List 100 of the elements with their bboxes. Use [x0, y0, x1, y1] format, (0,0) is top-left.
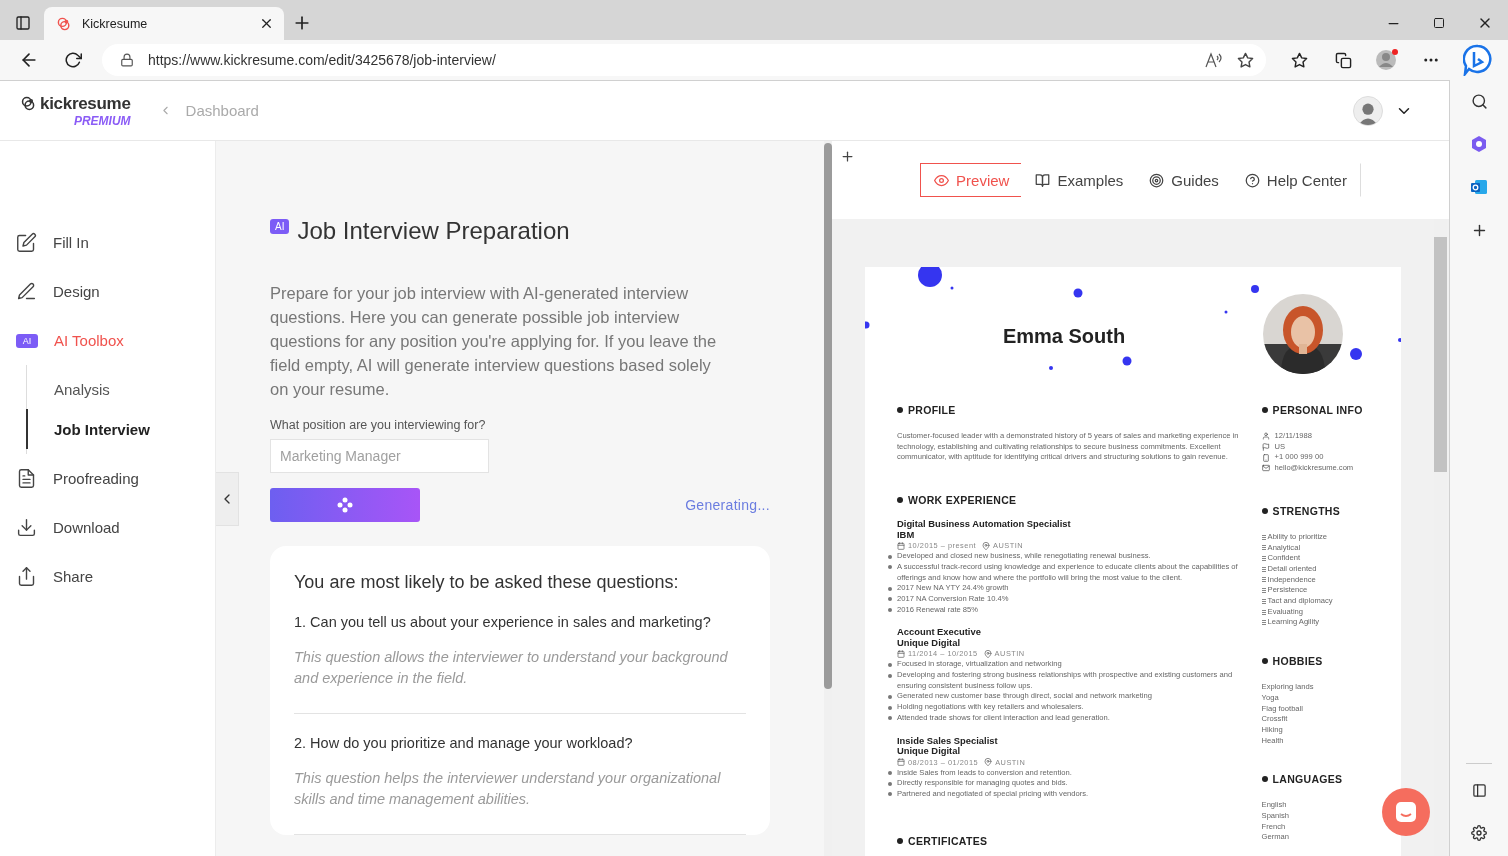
spinner-icon	[336, 497, 354, 513]
logo-text: kickresume	[40, 93, 131, 114]
bullet-icon	[1261, 407, 1268, 413]
bullet-icon	[1261, 776, 1268, 783]
bullet-icon	[888, 608, 892, 613]
bars-icon	[1261, 534, 1266, 540]
card-title: You are most likely to be asked these questions:	[294, 572, 680, 593]
bullet-icon	[1261, 507, 1268, 514]
nav-item[interactable]: AI AI Toolbox	[0, 316, 215, 365]
bullet-icon	[888, 705, 892, 710]
chat-icon	[1395, 801, 1417, 823]
resume-name: Emma South	[1002, 324, 1126, 348]
calendar-icon	[897, 649, 905, 658]
nav-item[interactable]: Design	[0, 267, 215, 316]
bars-icon	[1261, 577, 1266, 583]
toolbar-button[interactable]: Help Center	[1230, 163, 1361, 197]
plan-label: PREMIUM	[73, 113, 131, 128]
section-heading: HOBBIES	[1261, 654, 1401, 669]
description-text: Prepare for your job interview with AI-generated interview questions. Here you can generate possible job interview questions for any position you're applying for. If you leave the field empty, AI will generate interview questions based solely on your resume.	[270, 283, 718, 400]
edit-icon	[16, 232, 37, 253]
bars-icon	[1261, 545, 1266, 551]
mail-icon	[1261, 464, 1270, 473]
download-icon	[16, 517, 37, 538]
bullet-icon	[888, 554, 892, 559]
bullet-icon	[888, 586, 892, 591]
company-name: Unique Digital	[897, 637, 962, 649]
bullet-icon	[888, 694, 892, 699]
collapse-handle[interactable]	[216, 472, 239, 526]
nav-item[interactable]: Share	[0, 552, 215, 601]
nav-item[interactable]: Fill In	[0, 218, 215, 267]
field-label: What position are you interviewing for?	[270, 418, 487, 432]
question-text: 2. How do you prioritize and manage your workload?	[294, 735, 634, 751]
question-text: 1. Can you tell us about your experience in sales and marketing?	[294, 614, 712, 630]
bullet-icon	[888, 673, 892, 678]
section-heading: PERSONAL INFO	[1261, 403, 1401, 417]
nav-item[interactable]: Proofreading	[0, 454, 215, 503]
logo-icon	[20, 95, 37, 112]
ai-badge: AI	[270, 219, 290, 234]
status-text: Generating...	[685, 497, 770, 513]
bullet-icon	[888, 662, 892, 667]
bullet-icon	[888, 792, 892, 797]
bullet-icon	[888, 771, 892, 776]
bullet-icon	[888, 781, 892, 786]
section-heading: PROFILE	[897, 403, 1246, 417]
bars-icon	[1261, 588, 1266, 594]
calendar-icon	[897, 541, 905, 550]
bars-icon	[1261, 620, 1266, 626]
bars-icon	[1261, 566, 1266, 572]
person-icon	[1261, 432, 1270, 441]
company-name: IBM	[897, 529, 915, 541]
section-heading: WORK EXPERIENCE	[897, 493, 1246, 508]
position-field[interactable]: Marketing Manager	[270, 439, 489, 473]
section-heading: CERTIFICATES	[897, 833, 1246, 848]
flag-icon	[1261, 443, 1270, 452]
read-aloud-icon[interactable]	[1205, 52, 1223, 68]
phone-icon	[1261, 453, 1270, 462]
job-title: Account Executive	[897, 627, 982, 638]
document-icon	[16, 468, 37, 489]
pin-icon	[983, 649, 992, 658]
toolbar-button[interactable]: Preview	[920, 163, 1024, 197]
bars-icon	[1261, 598, 1266, 604]
bars-icon	[1261, 556, 1266, 562]
job-title: Digital Business Automation Specialist	[897, 519, 1072, 530]
nav-subitem[interactable]: Analysis	[26, 369, 215, 409]
bullet-icon	[897, 497, 903, 504]
section-heading: LANGUAGES	[1261, 772, 1401, 787]
url-text: https://www.kickresume.com/edit/3425678/job-interview/	[148, 52, 497, 68]
avatar-icon[interactable]	[1353, 95, 1383, 126]
bullet-icon	[888, 597, 892, 602]
dashboard-text: Dashboard	[185, 102, 259, 119]
calendar-icon	[897, 758, 905, 767]
ai-badge: AI	[16, 333, 38, 348]
page-title: Job Interview Preparation	[297, 217, 570, 245]
question-hint: This question allows the interviewer to understand your background and experience in the field.	[294, 648, 729, 688]
bars-icon	[1261, 609, 1266, 615]
toolbar-button[interactable]: Examples	[1021, 163, 1138, 197]
toolbar-button[interactable]: Guides	[1135, 163, 1233, 197]
bullet-icon	[897, 837, 903, 844]
job-title: Inside Sales Specialist	[897, 735, 999, 747]
target-icon	[1149, 172, 1165, 188]
pin-icon	[984, 758, 993, 767]
bullet-icon	[1261, 658, 1268, 665]
book-icon	[1035, 172, 1051, 188]
favorite-add-icon[interactable]	[1237, 51, 1254, 69]
bullet-icon	[897, 407, 903, 413]
eye-icon	[934, 172, 950, 188]
help-icon	[1244, 172, 1260, 188]
logo-icon	[56, 15, 72, 32]
pin-icon	[982, 541, 991, 550]
company-name: Unique Digital	[897, 746, 961, 757]
bullet-icon	[888, 716, 892, 721]
scrollbar[interactable]	[824, 141, 832, 856]
address-bar[interactable]: https://www.kickresume.com/edit/3425678/job-interview/	[102, 44, 1266, 76]
browser-tab[interactable]: Kickresume	[44, 7, 284, 40]
nav-item[interactable]: Download	[0, 503, 215, 552]
pencil-icon	[16, 281, 37, 302]
bullet-icon	[888, 565, 892, 570]
lock-icon	[120, 53, 134, 67]
tab-title: Kickresume	[82, 16, 149, 31]
section-heading: STRENGTHS	[1261, 503, 1401, 518]
